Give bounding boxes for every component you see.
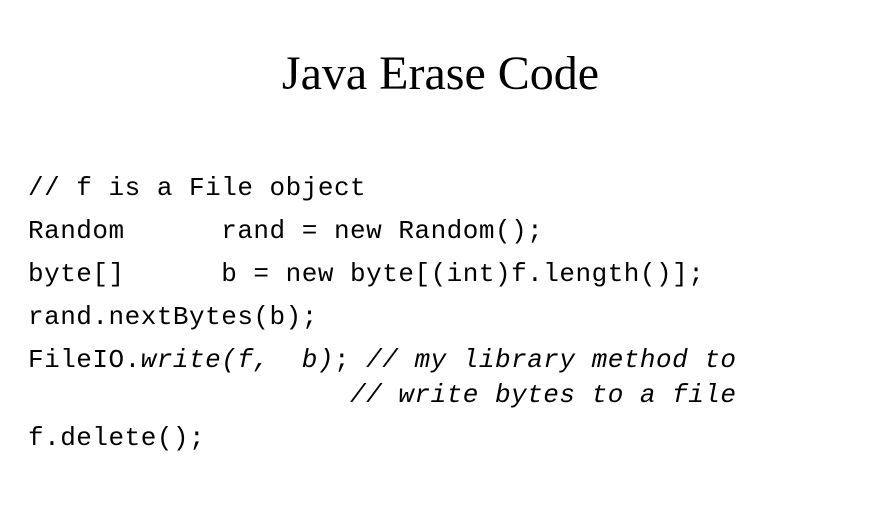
code-line-byte-array-declaration: byte[] b = new byte[(int)f.length()]; bbox=[28, 259, 705, 289]
slide-title: Java Erase Code bbox=[281, 47, 600, 100]
code-fileio-class: FileIO. bbox=[28, 345, 141, 375]
code-comment-library-method: // my library method to bbox=[350, 345, 737, 375]
code-line-delete: f.delete(); bbox=[28, 423, 206, 453]
code-line-comment-write-bytes: // write bytes to a file bbox=[28, 380, 737, 410]
code-write-call: write(f, b) bbox=[140, 345, 334, 375]
code-block: // f is a File object Random rand = new … bbox=[28, 170, 736, 453]
code-line-random-declaration: Random rand = new Random(); bbox=[28, 216, 544, 246]
code-semicolon: ; bbox=[333, 345, 351, 375]
code-line-next-bytes: rand.nextBytes(b); bbox=[28, 302, 318, 332]
code-line-fileio-write: FileIO.write(f, b); // my library method… bbox=[28, 342, 737, 378]
code-line-comment-file-object: // f is a File object bbox=[28, 173, 367, 203]
